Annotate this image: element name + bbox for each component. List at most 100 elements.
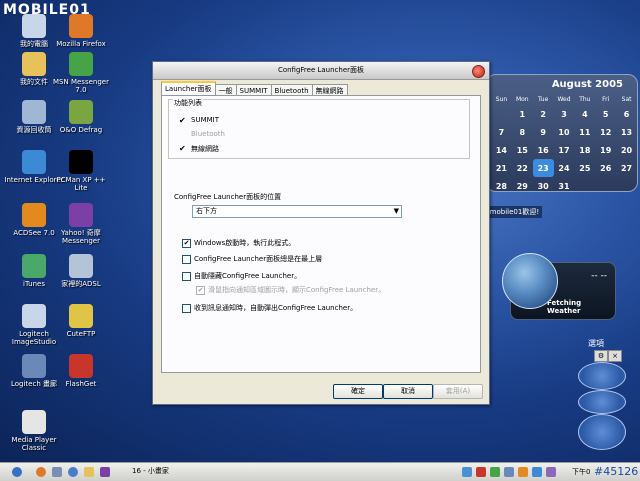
position-select[interactable]: 右下方 ▼ [192, 205, 402, 218]
close-icon[interactable] [472, 65, 485, 78]
wireless-button[interactable] [578, 414, 626, 450]
desktop-icon[interactable]: MSN Messenger 7.0 [50, 52, 112, 94]
calendar-day[interactable]: 6 [616, 105, 637, 123]
desktop-icon-label: MSN Messenger 7.0 [53, 78, 109, 94]
calendar-day[interactable]: 31 [554, 177, 575, 195]
check-icon: ✔ [179, 144, 186, 153]
calendar-day[interactable]: 18 [574, 141, 595, 159]
taskbar-item-paint[interactable]: 16 - 小畫家 [120, 466, 292, 477]
close-icon[interactable]: × [608, 350, 622, 362]
desktop-icon[interactable]: O&O Defrag [50, 100, 112, 134]
calendar-day[interactable]: 9 [533, 123, 554, 141]
calendar-day[interactable]: 1 [512, 105, 533, 123]
desktop-icon-label: O&O Defrag [59, 126, 103, 134]
tab-panel: 功能列表 ✔ SUMMIT Bluetooth ✔ 無線網路 ConfigFree … [161, 95, 481, 373]
calendar-day[interactable]: 15 [512, 141, 533, 159]
app-icon [22, 150, 46, 174]
app-icon [22, 354, 46, 378]
desktop-icon[interactable]: Mozilla Firefox [50, 14, 112, 48]
feature-bluetooth[interactable]: Bluetooth [191, 130, 225, 138]
checkbox-box[interactable] [182, 304, 191, 313]
messenger-icon[interactable] [100, 467, 110, 477]
checkbox-box[interactable] [182, 255, 191, 264]
calendar-day[interactable]: 14 [491, 141, 512, 159]
firefox-icon[interactable] [36, 467, 46, 477]
calendar-day[interactable]: 5 [595, 105, 616, 123]
checkbox-box[interactable]: ✔ [196, 286, 205, 295]
desktop-icon[interactable]: Media Player Classic [3, 410, 65, 452]
calendar-day[interactable]: 3 [554, 105, 575, 123]
app-icon [69, 150, 93, 174]
disc-button[interactable] [578, 362, 626, 390]
desktop-icon[interactable]: 家裡的ADSL [50, 254, 112, 288]
tray-icon[interactable] [532, 467, 542, 477]
desktop-icon-label: FlashGet [65, 380, 97, 388]
desktop-icon[interactable] [52, 467, 62, 477]
calendar-weekday: Mon [515, 95, 529, 103]
calendar-day[interactable]: 4 [574, 105, 595, 123]
app-icon [22, 304, 46, 328]
desktop-icon[interactable]: Yahoo! 奇摩 Messenger [50, 203, 112, 245]
calendar-day[interactable]: 22 [512, 159, 533, 177]
desktop-icon[interactable]: PCMan XP ++ Lite [50, 150, 112, 192]
calendar-day[interactable]: 26 [595, 159, 616, 177]
calendar-day[interactable]: 17 [554, 141, 575, 159]
calendar-day[interactable]: 29 [512, 177, 533, 195]
app-icon [22, 14, 46, 38]
calendar-day[interactable]: 7 [491, 123, 512, 141]
tray-icon[interactable] [546, 467, 556, 477]
calendar-day[interactable]: 12 [595, 123, 616, 141]
calendar-day[interactable]: 2 [533, 105, 554, 123]
calendar-day[interactable]: 21 [491, 159, 512, 177]
ie-icon[interactable] [68, 467, 78, 477]
calendar-day[interactable] [491, 105, 512, 123]
checkbox-box[interactable] [182, 272, 191, 281]
calendar-day[interactable]: 11 [574, 123, 595, 141]
msn-tray-icon[interactable] [490, 467, 500, 477]
calendar-weekday: Fri [602, 95, 610, 103]
tray-icon[interactable] [518, 467, 528, 477]
calendar-day[interactable]: 24 [554, 159, 575, 177]
folder-icon[interactable] [84, 467, 94, 477]
calendar-day[interactable]: 19 [595, 141, 616, 159]
feature-wireless[interactable]: ✔ 無線網路 [179, 144, 219, 154]
calendar-day[interactable]: 13 [616, 123, 637, 141]
calendar-day[interactable]: 30 [533, 177, 554, 195]
apple-menu-icon[interactable] [12, 467, 22, 477]
ring-button[interactable] [578, 390, 626, 414]
calendar-day[interactable]: 20 [616, 141, 637, 159]
checkbox-box[interactable]: ✔ [182, 239, 191, 248]
calendar-day[interactable]: 16 [533, 141, 554, 159]
calendar-day[interactable]: 23 [532, 159, 554, 177]
desktop-icon-label: 家裡的ADSL [61, 280, 101, 288]
ok-button[interactable]: 確定 [333, 384, 383, 399]
cancel-button[interactable]: 取消 [383, 384, 433, 399]
overlay-counter: #45126 [594, 465, 639, 478]
clock[interactable]: 下午0 [572, 467, 590, 477]
desktop-icon[interactable]: FlashGet [50, 354, 112, 388]
calendar-day[interactable]: 10 [554, 123, 575, 141]
calendar-weekday: Wed [557, 95, 571, 103]
calendar-day[interactable]: 27 [616, 159, 637, 177]
calendar-day[interactable]: 28 [491, 177, 512, 195]
wrench-icon[interactable]: ⚙ [594, 350, 608, 362]
feature-list-label: 功能列表 [173, 98, 203, 108]
calendar-day[interactable] [574, 177, 595, 195]
apply-button[interactable]: 套用(A) [433, 384, 483, 399]
feature-list: 功能列表 ✔ SUMMIT Bluetooth ✔ 無線網路 [168, 98, 470, 159]
speaker-icon[interactable] [504, 467, 514, 477]
calendar-day[interactable] [595, 177, 616, 195]
calendar-day[interactable] [616, 177, 637, 195]
calendar-weekday: Sat [621, 95, 632, 103]
calendar-day[interactable]: 25 [574, 159, 595, 177]
taskbar: 16 - 小畫家 下午0 #45126 [0, 462, 640, 481]
desktop-icon-label: Yahoo! 奇摩 Messenger [61, 229, 101, 245]
desktop-icon[interactable]: CuteFTP [50, 304, 112, 338]
dialog-titlebar[interactable]: ConfigFree Launcher面板 [153, 62, 489, 80]
network-icon[interactable] [462, 467, 472, 477]
flashget-tray-icon[interactable] [476, 467, 486, 477]
feature-summit[interactable]: ✔ SUMMIT [179, 116, 219, 125]
calendar-day[interactable]: 8 [512, 123, 533, 141]
calendar-month: August 2005 [551, 79, 623, 90]
chevron-down-icon[interactable]: ▼ [394, 206, 399, 217]
